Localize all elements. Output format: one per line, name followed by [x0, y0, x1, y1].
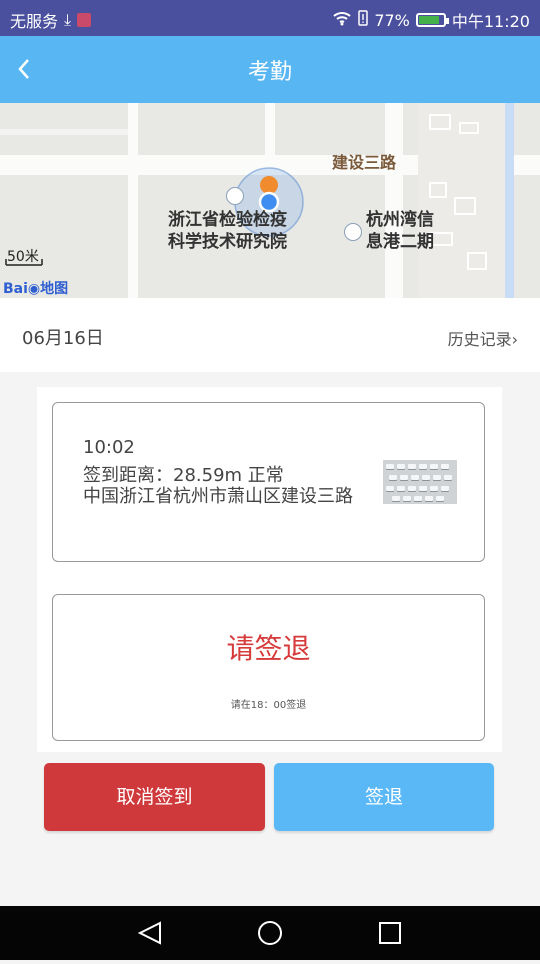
app-bar: 考勤 — [0, 36, 540, 103]
baidu-logo: Bai◉地图 — [3, 278, 68, 298]
date-text: 06月16日 — [22, 328, 104, 349]
carrier-text: 无服务 — [10, 12, 59, 31]
battery-fill — [418, 16, 439, 24]
checkout-deadline: 请在18：00签退 — [230, 700, 307, 711]
road-label: 建设三路 — [332, 153, 397, 172]
battery-percent: 77% — [374, 10, 410, 30]
poi-label-1: 浙江省检验检疫 科学技术研究院 — [168, 209, 287, 253]
alert-icon — [358, 10, 369, 30]
app-notification-icon — [77, 13, 92, 27]
poi-2-line2: 息港二期 — [366, 232, 434, 252]
wifi-icon — [332, 10, 352, 30]
checkin-record-card: 10:02 签到距离：28.59m 正常 中国浙江省杭州市萧山区建设三路 — [52, 402, 485, 562]
poi-1-line1: 浙江省检验检疫 — [168, 210, 287, 230]
nav-back-icon[interactable] — [137, 921, 161, 945]
logo-text-2: 地图 — [40, 281, 69, 297]
building-icon — [226, 187, 244, 205]
poi-1-line2: 科学技术研究院 — [168, 232, 287, 252]
checkin-time: 10:02 — [83, 437, 135, 458]
history-label: 历史记录 — [447, 330, 512, 349]
history-link[interactable]: 历史记录› — [448, 326, 518, 350]
checkin-photo-thumbnail[interactable] — [383, 460, 457, 504]
battery-icon — [415, 13, 449, 27]
clock: 中午11:20 — [451, 12, 530, 31]
checkin-distance: 签到距离：28.59m 正常 — [83, 465, 284, 486]
checkout-button[interactable]: 签退 — [274, 763, 494, 831]
nav-recents-icon[interactable] — [379, 922, 401, 944]
poi-2-line1: 杭州湾信 — [366, 210, 434, 230]
poi-label-2: 杭州湾信 息港二期 — [366, 209, 434, 253]
map-roads — [0, 103, 540, 298]
baidu-paw-icon: ◉ — [27, 281, 41, 297]
logo-text-1: Bai — [3, 281, 28, 297]
date-row: 06月16日 历史记录› — [0, 298, 540, 372]
page-title: 考勤 — [247, 60, 292, 85]
chevron-right-icon: › — [511, 330, 518, 349]
download-icon: ⤓ — [64, 10, 72, 29]
poi-pin-icon — [260, 176, 278, 194]
status-bar: 无服务 ⤓ 77% 中午11:20 — [0, 0, 540, 36]
map-scale: 50米 — [7, 249, 39, 265]
checkin-address: 中国浙江省杭州市萧山区建设三路 — [83, 486, 353, 507]
cancel-checkin-button[interactable]: 取消签到 — [44, 763, 265, 831]
building-icon — [344, 223, 362, 241]
checkout-prompt: 请签退 — [226, 632, 311, 665]
nav-home-icon[interactable] — [258, 921, 282, 945]
system-nav-bar — [0, 906, 540, 960]
map-view[interactable]: 建设三路 浙江省检验检疫 科学技术研究院 杭州湾信 息港二期 50米 Bai◉地… — [0, 103, 540, 298]
checkout-prompt-card: 请签退 请在18：00签退 — [52, 594, 485, 741]
